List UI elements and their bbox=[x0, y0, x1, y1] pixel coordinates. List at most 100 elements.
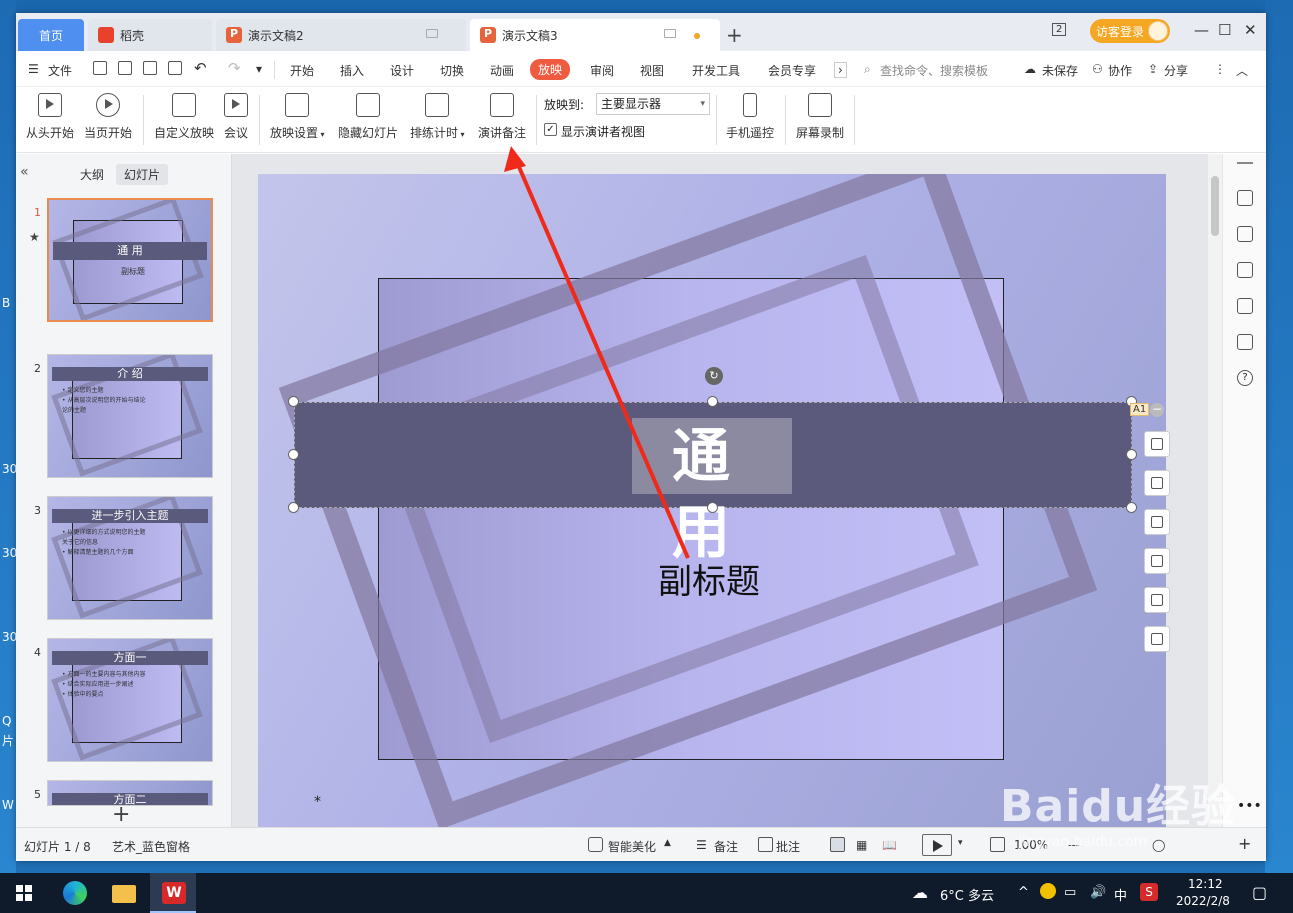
resize-handle[interactable] bbox=[1126, 502, 1137, 513]
rocket-icon[interactable] bbox=[1237, 190, 1253, 206]
tab-doc3[interactable]: 演示文稿3 bbox=[470, 19, 720, 51]
play-slideshow-button[interactable] bbox=[922, 834, 952, 856]
resize-handle[interactable] bbox=[288, 502, 299, 513]
network-icon[interactable]: ▭ bbox=[1064, 885, 1076, 900]
share-button[interactable]: 分享 bbox=[1164, 62, 1188, 79]
search-icon[interactable]: ⌕ bbox=[864, 62, 871, 77]
resize-handle[interactable] bbox=[707, 396, 718, 407]
resize-handle[interactable] bbox=[288, 396, 299, 407]
tab-outline[interactable]: 大纲 bbox=[72, 164, 112, 185]
weather-text[interactable]: 6°C 多云 bbox=[940, 885, 994, 904]
menu-file[interactable]: 文件 bbox=[48, 62, 72, 79]
tray-app-icon[interactable] bbox=[1040, 883, 1056, 899]
menu-item-member[interactable]: 会员专享 bbox=[768, 62, 816, 79]
close-icon[interactable]: ✕ bbox=[1244, 21, 1257, 39]
rotate-handle-icon[interactable]: ↻ bbox=[705, 367, 723, 385]
speaker-notes-button[interactable]: 演讲备注 bbox=[478, 93, 526, 141]
command-search[interactable]: 查找命令、搜索模板 bbox=[880, 62, 988, 79]
minus-circle-icon[interactable]: − bbox=[1150, 403, 1164, 417]
menu-item-insert[interactable]: 插入 bbox=[340, 62, 364, 79]
undo-icon[interactable]: ↶ bbox=[194, 59, 207, 77]
tab-daoke[interactable]: 稻壳 bbox=[88, 19, 212, 51]
redo-icon[interactable]: ↷ bbox=[228, 59, 241, 77]
transition-icon[interactable] bbox=[1237, 298, 1253, 314]
rehearse-timing-button[interactable]: 排练计时 ▾ bbox=[410, 93, 465, 141]
screen-record-button[interactable]: 屏幕录制 bbox=[796, 93, 844, 141]
from-start-button[interactable]: 从头开始 bbox=[26, 93, 74, 141]
current-slide[interactable]: 通 用 副标题 * ↻ bbox=[258, 174, 1166, 827]
taskbar-explorer[interactable] bbox=[100, 873, 146, 913]
help-icon[interactable]: ? bbox=[1237, 370, 1253, 386]
more-tools-icon[interactable]: ••• bbox=[1237, 798, 1262, 814]
menu-item-slideshow[interactable]: 放映 bbox=[530, 59, 571, 80]
normal-view-icon[interactable] bbox=[830, 837, 845, 852]
slide-thumbnail-1[interactable]: 通 用 副标题 bbox=[47, 198, 213, 322]
reading-view-icon[interactable]: 📖 bbox=[882, 838, 897, 852]
hamburger-icon[interactable]: ☰ bbox=[28, 62, 39, 76]
meeting-button[interactable]: 会议 bbox=[224, 93, 248, 141]
resize-handle[interactable] bbox=[288, 449, 299, 460]
beautify-caret-icon[interactable]: ▲ bbox=[664, 838, 671, 848]
zoom-slider-knob-icon[interactable]: ◯ bbox=[1152, 838, 1165, 852]
slide-thumbnail-4[interactable]: 方面一 • 方面一的主要内容与其他内容 • 结合实际应用进一步阐述 • 体验中的… bbox=[47, 638, 213, 762]
idea-tool[interactable] bbox=[1144, 587, 1170, 613]
play-dropdown-icon[interactable]: ▾ bbox=[958, 838, 963, 848]
taskbar-edge[interactable] bbox=[50, 873, 96, 913]
presenter-view-checkbox[interactable]: ✓ bbox=[544, 123, 557, 136]
tab-home[interactable]: 首页 bbox=[18, 19, 84, 51]
new-tab-plus-icon[interactable]: + bbox=[726, 23, 743, 47]
slide-thumbnail-3[interactable]: 进一步引入主题 • 以更详细的方式说明您的主题 关于它的信息 • 解释清楚主题的… bbox=[47, 496, 213, 620]
slide-thumbnail-2[interactable]: 介 绍 • 定义您的主题 • 从高层次说明您的开始与结论 论的主题 bbox=[47, 354, 213, 478]
fit-window-icon[interactable] bbox=[990, 837, 1005, 852]
add-slide-plus-icon[interactable]: + bbox=[112, 802, 130, 827]
collapse-panel-icon[interactable]: « bbox=[20, 164, 29, 180]
star-pin-icon[interactable] bbox=[1237, 262, 1253, 278]
menu-item-review[interactable]: 审阅 bbox=[590, 62, 614, 79]
menu-item-developer[interactable]: 开发工具 bbox=[692, 62, 740, 79]
menu-more-chevron-icon[interactable]: › bbox=[834, 62, 847, 78]
clock-time[interactable]: 12:12 bbox=[1188, 877, 1223, 891]
ime-indicator[interactable]: 中 bbox=[1114, 885, 1127, 904]
tab-doc2[interactable]: 演示文稿2 bbox=[216, 19, 466, 51]
show-settings-button[interactable]: 放映设置 ▾ bbox=[270, 93, 325, 141]
scrollbar-thumb[interactable] bbox=[1211, 176, 1219, 236]
menu-item-design[interactable]: 设计 bbox=[390, 62, 414, 79]
minimize-icon[interactable]: — bbox=[1194, 21, 1209, 39]
resize-handle[interactable] bbox=[1126, 449, 1137, 460]
start-button[interactable] bbox=[0, 873, 46, 913]
smart-beautify-button[interactable]: 智能美化 bbox=[608, 838, 656, 855]
print-icon[interactable] bbox=[143, 61, 157, 75]
slide-title[interactable]: 通 用 bbox=[632, 418, 792, 566]
notification-icon[interactable]: ▢ bbox=[1252, 883, 1267, 902]
menu-item-transition[interactable]: 切换 bbox=[440, 62, 464, 79]
clock-date[interactable]: 2022/2/8 bbox=[1176, 894, 1230, 908]
window-count-badge[interactable]: 2 bbox=[1052, 23, 1067, 36]
menu-item-start[interactable]: 开始 bbox=[290, 62, 314, 79]
collab-button[interactable]: 协作 bbox=[1108, 62, 1132, 79]
taskbar-wps[interactable]: W bbox=[150, 873, 196, 913]
notes-button[interactable]: 备注 bbox=[714, 838, 738, 855]
sliders-icon[interactable] bbox=[1237, 226, 1253, 242]
export-pdf-icon[interactable] bbox=[118, 61, 132, 75]
brush-tool[interactable] bbox=[1144, 470, 1170, 496]
theme-name[interactable]: 艺术_蓝色窗格 bbox=[112, 838, 190, 855]
layers-tool[interactable] bbox=[1144, 431, 1170, 457]
tab-slides[interactable]: 幻灯片 bbox=[116, 164, 169, 185]
unsaved-status[interactable]: 未保存 bbox=[1042, 62, 1078, 79]
custom-show-button[interactable]: 自定义放映 bbox=[154, 93, 214, 141]
collapse-ribbon-icon[interactable]: ︿ bbox=[1236, 62, 1248, 79]
tray-expand-icon[interactable]: ^ bbox=[1018, 885, 1029, 900]
volume-icon[interactable]: 🔊 bbox=[1090, 885, 1106, 900]
slide-subtitle[interactable]: 副标题 bbox=[658, 554, 760, 603]
sogou-icon[interactable]: S bbox=[1140, 883, 1158, 901]
backup-icon[interactable] bbox=[1237, 334, 1253, 350]
more-options-icon[interactable]: ⋮ bbox=[1214, 62, 1226, 76]
menu-item-animation[interactable]: 动画 bbox=[490, 62, 514, 79]
resize-handle[interactable] bbox=[707, 502, 718, 513]
fill-tool[interactable] bbox=[1144, 509, 1170, 535]
comments-button[interactable]: 批注 bbox=[776, 838, 800, 855]
save-icon[interactable] bbox=[93, 61, 107, 75]
border-tool[interactable] bbox=[1144, 548, 1170, 574]
text-effect-tool[interactable] bbox=[1144, 626, 1170, 652]
display-select[interactable]: 主要显示器 bbox=[596, 93, 710, 115]
